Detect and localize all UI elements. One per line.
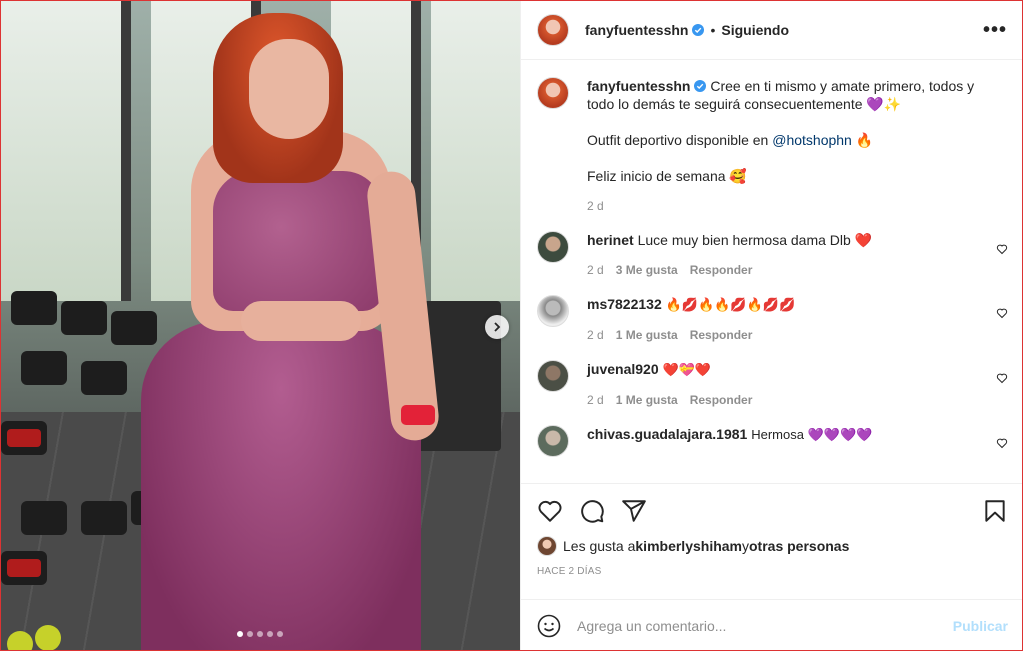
carousel-dot bbox=[247, 631, 253, 637]
likes-text: Les gusta a bbox=[563, 538, 636, 554]
heart-icon[interactable] bbox=[996, 243, 1008, 255]
comment-username[interactable]: ms7822132 bbox=[587, 296, 662, 312]
carousel-dot bbox=[267, 631, 273, 637]
comment-input[interactable] bbox=[577, 618, 953, 634]
timestamp[interactable]: 2 d bbox=[587, 263, 604, 277]
comment-text: Luce muy bien hermosa dama Dlb ❤️ bbox=[637, 232, 873, 248]
caption: fanyfuentesshn Cree en ti mismo y amate … bbox=[537, 77, 1008, 215]
add-comment-bar: Publicar bbox=[521, 599, 1022, 650]
person-waist bbox=[241, 301, 361, 341]
comment-icon[interactable] bbox=[579, 498, 605, 524]
comment-meta: 2 d bbox=[587, 197, 978, 215]
post-timestamp[interactable]: HACE 2 DÍAS bbox=[537, 566, 1008, 577]
avatar[interactable] bbox=[537, 231, 569, 263]
window-pane bbox=[431, 1, 520, 301]
fitness-ball bbox=[7, 631, 33, 650]
likes-others-link[interactable]: otras personas bbox=[749, 538, 849, 554]
comments-list[interactable]: fanyfuentesshn Cree en ti mismo y amate … bbox=[521, 61, 1022, 482]
comment-item: juvenal920 ❤️💝❤️ 2 d 1 Me gusta Responder bbox=[537, 360, 1008, 409]
timestamp[interactable]: 2 d bbox=[587, 199, 604, 213]
person-legs bbox=[141, 321, 421, 650]
avatar[interactable] bbox=[537, 536, 557, 556]
comment-username[interactable]: chivas.guadalajara.1981 bbox=[587, 426, 747, 442]
post-author-username[interactable]: fanyfuentesshn bbox=[585, 22, 688, 38]
comment-text: Hermosa 💜💜💜💜 bbox=[751, 427, 873, 442]
timestamp[interactable]: 2 d bbox=[587, 393, 604, 407]
carousel-dot bbox=[277, 631, 283, 637]
comment-item: ms7822132 🔥💋🔥🔥💋🔥💋💋 2 d 1 Me gusta Responde… bbox=[537, 295, 1008, 344]
more-options-icon[interactable]: ••• bbox=[983, 19, 1007, 42]
comment-item: chivas.guadalajara.1981 Hermosa 💜💜💜💜 bbox=[537, 425, 1008, 457]
carousel-dot-active bbox=[237, 631, 243, 637]
post-actions: Les gusta a kimberlyshiham y otras perso… bbox=[521, 483, 1022, 577]
timestamp[interactable]: 2 d bbox=[587, 328, 604, 342]
smartwatch bbox=[401, 405, 435, 425]
emoji-icon[interactable] bbox=[537, 614, 561, 638]
person-top bbox=[213, 171, 383, 311]
avatar[interactable] bbox=[537, 360, 569, 392]
comment-meta: 2 d 3 Me gusta Responder bbox=[587, 261, 978, 279]
comment-meta: 2 d 1 Me gusta Responder bbox=[587, 326, 978, 344]
comment-likes-count[interactable]: 3 Me gusta bbox=[616, 263, 678, 277]
comment-item: herinet Luce muy bien hermosa dama Dlb ❤… bbox=[537, 231, 1008, 279]
heart-icon[interactable] bbox=[996, 372, 1008, 384]
avatar[interactable] bbox=[537, 295, 569, 327]
share-icon[interactable] bbox=[621, 498, 647, 524]
caption-username[interactable]: fanyfuentesshn bbox=[587, 78, 690, 94]
comment-likes-count[interactable]: 1 Me gusta bbox=[616, 328, 678, 342]
bookmark-icon[interactable] bbox=[982, 498, 1008, 524]
comment-text: 🔥💋🔥🔥💋🔥💋💋 bbox=[665, 297, 796, 312]
post-header: fanyfuentesshn • Siguiendo ••• bbox=[521, 1, 1022, 60]
comment-likes-count[interactable]: 1 Me gusta bbox=[616, 393, 678, 407]
heart-icon[interactable] bbox=[996, 307, 1008, 319]
fitness-ball bbox=[35, 625, 61, 650]
liker-username[interactable]: kimberlyshiham bbox=[635, 538, 742, 554]
caption-text: Outfit deportivo disponible en bbox=[587, 132, 773, 148]
avatar[interactable] bbox=[537, 425, 569, 457]
comment-username[interactable]: juvenal920 bbox=[587, 361, 659, 377]
comment-text: ❤️💝❤️ bbox=[662, 362, 712, 377]
reply-button[interactable]: Responder bbox=[690, 263, 753, 277]
verified-badge-icon bbox=[692, 24, 705, 36]
carousel-indicator bbox=[237, 631, 283, 637]
separator-dot: • bbox=[710, 22, 716, 38]
heart-icon[interactable] bbox=[996, 437, 1008, 449]
publish-button[interactable]: Publicar bbox=[953, 618, 1008, 634]
action-bar bbox=[537, 494, 1008, 528]
caption-paragraph: Feliz inicio de semana 🥰 bbox=[587, 168, 747, 184]
likes-summary: Les gusta a kimberlyshiham y otras perso… bbox=[537, 536, 1008, 556]
carousel-next-button[interactable] bbox=[485, 315, 509, 339]
avatar[interactable] bbox=[537, 77, 569, 109]
verified-badge-icon bbox=[694, 80, 707, 92]
comment-username[interactable]: herinet bbox=[587, 232, 634, 248]
mention-link[interactable]: @hotshophn bbox=[772, 132, 852, 148]
heart-icon[interactable] bbox=[537, 498, 563, 524]
following-button[interactable]: Siguiendo bbox=[721, 22, 789, 38]
post-photo[interactable] bbox=[1, 1, 520, 650]
window-pane bbox=[1, 1, 131, 301]
person-face bbox=[249, 39, 329, 139]
comment-meta: 2 d 1 Me gusta Responder bbox=[587, 391, 978, 409]
carousel-dot bbox=[257, 631, 263, 637]
post-side-panel: fanyfuentesshn • Siguiendo ••• fanyfuent… bbox=[520, 1, 1022, 650]
reply-button[interactable]: Responder bbox=[690, 328, 753, 342]
chevron-right-icon bbox=[494, 322, 501, 332]
caption-text: 🔥 bbox=[851, 132, 874, 148]
caption-paragraph: Outfit deportivo disponible en @hotshoph… bbox=[587, 131, 978, 149]
likes-text: y bbox=[742, 538, 749, 554]
reply-button[interactable]: Responder bbox=[690, 393, 753, 407]
post-modal: fanyfuentesshn • Siguiendo ••• fanyfuent… bbox=[0, 0, 1023, 651]
avatar[interactable] bbox=[537, 14, 569, 46]
